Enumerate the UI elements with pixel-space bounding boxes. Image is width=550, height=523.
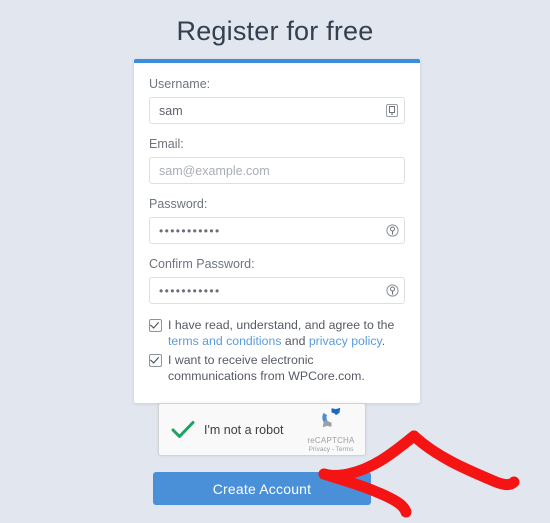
field-password: Password: <box>149 197 405 244</box>
input-wrap-email <box>149 157 405 184</box>
field-confirm-password: Confirm Password: <box>149 257 405 304</box>
privacy-policy-link[interactable]: privacy policy <box>309 334 382 348</box>
terms-text-middle: and <box>281 334 309 348</box>
field-label-username: Username: <box>149 77 211 91</box>
recaptcha-logo-icon <box>319 407 344 434</box>
field-label-email: Email: <box>149 137 184 151</box>
field-label-password: Password: <box>149 197 208 211</box>
field-label-confirm-password: Confirm Password: <box>149 257 255 271</box>
consent-row-terms[interactable]: I have read, understand, and agree to th… <box>149 317 405 349</box>
terms-text-after: . <box>381 334 386 348</box>
show-password-icon[interactable] <box>385 284 399 298</box>
email-input[interactable] <box>149 157 405 184</box>
terms-consent-text: I have read, understand, and agree to th… <box>168 317 405 349</box>
password-input[interactable] <box>149 217 405 244</box>
recaptcha-widget[interactable]: I'm not a robot reCAPTCHA Privacy - Term… <box>158 403 366 456</box>
recaptcha-branding: reCAPTCHA Privacy - Terms <box>301 405 361 454</box>
confirm-password-input[interactable] <box>149 277 405 304</box>
input-wrap-password <box>149 217 405 244</box>
create-account-button[interactable]: Create Account <box>153 472 371 505</box>
recaptcha-label: I'm not a robot <box>204 422 284 437</box>
newsletter-consent-text: I want to receive electronic communicati… <box>168 353 365 383</box>
terms-checkbox[interactable] <box>149 319 162 332</box>
terms-and-conditions-link[interactable]: terms and conditions <box>168 334 281 348</box>
field-email: Email: <box>149 137 405 184</box>
show-password-icon[interactable] <box>385 224 399 238</box>
username-input[interactable] <box>149 97 405 124</box>
consent-row-newsletter[interactable]: I want to receive electronic communicati… <box>149 352 405 384</box>
registration-card: Username: Email: Password: <box>134 59 420 403</box>
recaptcha-terms-text[interactable]: Privacy - Terms <box>301 446 361 454</box>
field-username: Username: <box>149 77 405 124</box>
page-title: Register for free <box>176 16 374 46</box>
recaptcha-brand-name: reCAPTCHA <box>307 436 355 445</box>
input-wrap-username <box>149 97 405 124</box>
terms-text-before: I have read, understand, and agree to th… <box>168 318 395 332</box>
recaptcha-checkmark-icon[interactable] <box>170 417 196 443</box>
input-wrap-confirm-password <box>149 277 405 304</box>
autofill-icon[interactable] <box>385 104 399 118</box>
newsletter-checkbox[interactable] <box>149 354 162 367</box>
